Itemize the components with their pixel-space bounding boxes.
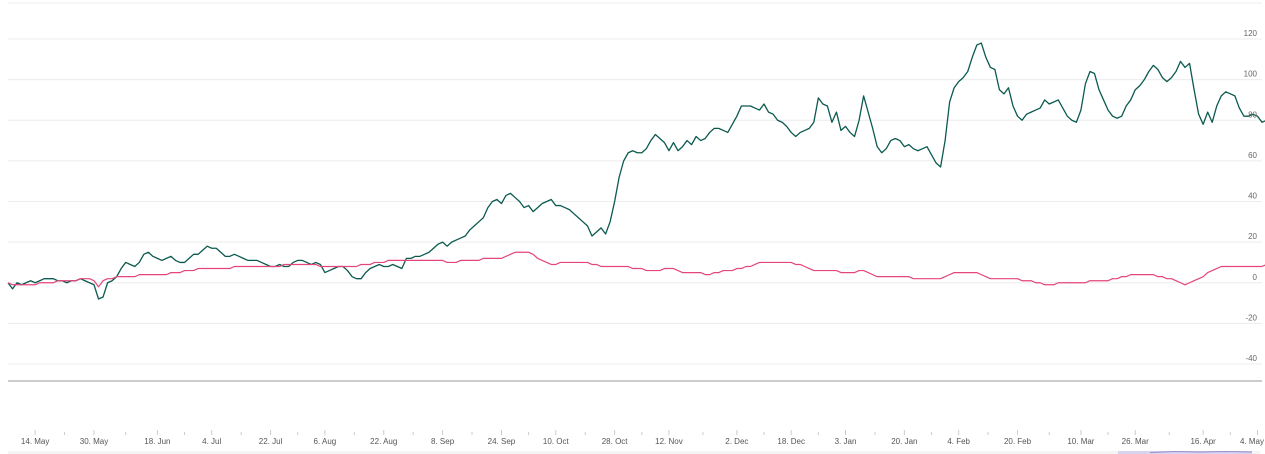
x-tick-label: 20. Feb: [1004, 437, 1032, 446]
y-tick-label: -20: [1245, 313, 1257, 322]
series-line-1: [7, 42, 1265, 300]
x-tick-label: 8. Sep: [431, 437, 455, 446]
x-tick-label: 30. May: [80, 437, 108, 446]
y-tick-label: 0: [1253, 273, 1258, 282]
x-axis: 14. May 30. May 18. Jun 4. Jul 22. Jul 6. Aug…: [21, 430, 1264, 446]
x-tick-label: 4. Feb: [947, 437, 970, 446]
grid-lines: [8, 2, 1262, 365]
y-tick-label: 40: [1248, 192, 1257, 201]
chart-container: 120 100 80 60 40 20 0 -20 -40 14. May 30. May 18. …: [0, 0, 1265, 454]
y-tick-label: 100: [1244, 70, 1258, 79]
x-tick-label: 28. Oct: [602, 437, 629, 446]
y-tick-label: 80: [1248, 110, 1257, 119]
x-tick-label: 26. Mar: [1122, 437, 1149, 446]
y-tick-label: -40: [1245, 354, 1257, 363]
y-tick-label: 120: [1244, 29, 1258, 38]
x-tick-label: 18. Dec: [777, 437, 805, 446]
x-tick-label: 22. Aug: [370, 437, 397, 446]
series-line-2: [7, 251, 1265, 288]
x-tick-label: 4. Jul: [202, 437, 221, 446]
x-tick-label: 24. Sep: [488, 437, 516, 446]
x-tick-label: 18. Jun: [144, 437, 170, 446]
x-tick-label: 10. Mar: [1067, 437, 1094, 446]
series-lines: [7, 42, 1265, 300]
x-tick-label: 4. May: [1240, 437, 1264, 446]
line-chart: 120 100 80 60 40 20 0 -20 -40 14. May 30. May 18. …: [7, 2, 1265, 454]
x-tick-label: 10. Oct: [543, 437, 570, 446]
x-tick-label: 12. Nov: [655, 437, 683, 446]
x-tick-label: 2. Dec: [725, 437, 748, 446]
x-tick-label: 22. Jul: [259, 437, 283, 446]
y-axis: 120 100 80 60 40 20 0 -20 -40: [1244, 29, 1258, 363]
x-tick-label: 6. Aug: [314, 437, 337, 446]
y-tick-label: 20: [1248, 232, 1257, 241]
y-tick-label: 60: [1248, 151, 1257, 160]
x-tick-label: 14. May: [21, 437, 49, 446]
x-tick-label: 16. Apr: [1190, 437, 1216, 446]
x-tick-label: 3. Jan: [835, 437, 857, 446]
x-tick-label: 20. Jan: [891, 437, 917, 446]
